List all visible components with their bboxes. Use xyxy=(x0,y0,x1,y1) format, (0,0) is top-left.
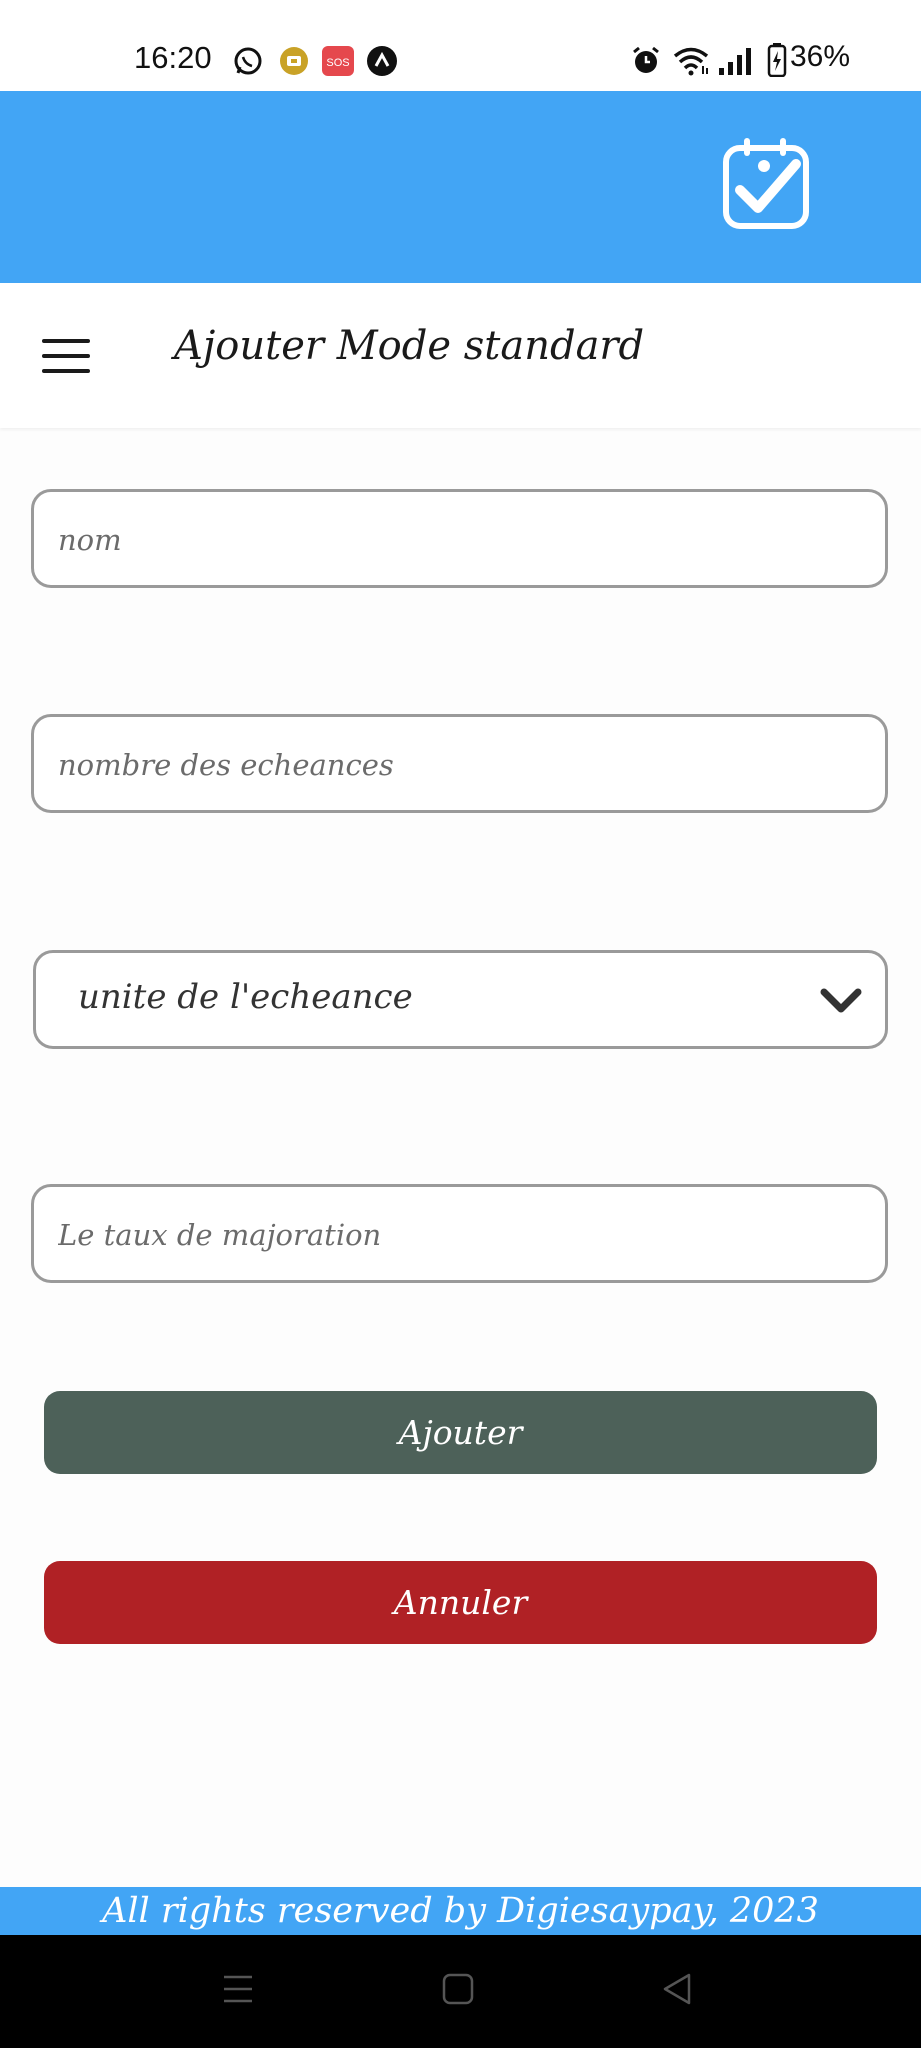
back-icon[interactable] xyxy=(661,1971,693,2007)
whatsapp-icon xyxy=(234,47,262,75)
footer-copyright: All rights reserved by Digiesaypay, 2023 xyxy=(0,1887,921,1935)
title-bar: Ajouter Mode standard xyxy=(0,283,921,428)
status-time: 16:20 xyxy=(134,40,212,75)
nombre-echeances-field[interactable] xyxy=(31,714,888,813)
sos-label: SOS xyxy=(326,57,349,69)
alarm-icon xyxy=(633,46,659,73)
taux-majoration-input[interactable] xyxy=(56,1187,860,1282)
sos-icon: SOS xyxy=(322,46,354,76)
page-title: Ajouter Mode standard xyxy=(174,323,645,369)
unite-echeance-select[interactable]: unite de l'echeance xyxy=(33,950,888,1049)
recent-apps-icon[interactable] xyxy=(222,1971,254,2007)
app-header xyxy=(0,91,921,283)
cancel-button[interactable]: Annuler xyxy=(44,1561,877,1644)
wifi-icon xyxy=(673,47,709,76)
battery-percent: 36% xyxy=(790,40,851,73)
chevron-down-icon[interactable] xyxy=(819,987,863,1015)
taux-majoration-field[interactable] xyxy=(31,1184,888,1283)
battery-icon xyxy=(767,43,787,77)
calendar-check-icon xyxy=(723,138,809,229)
vpn-icon xyxy=(367,46,397,76)
add-button[interactable]: Ajouter xyxy=(44,1391,877,1474)
unite-echeance-selected: unite de l'echeance xyxy=(78,977,413,1017)
nom-input[interactable] xyxy=(56,492,860,587)
home-icon[interactable] xyxy=(442,1971,474,2007)
status-bar: 16:20 SOS 36% xyxy=(0,0,921,91)
signal-icon xyxy=(719,48,751,75)
game-icon xyxy=(280,47,308,75)
nombre-echeances-input[interactable] xyxy=(56,717,860,812)
hamburger-menu-icon[interactable] xyxy=(42,339,90,375)
nom-field[interactable] xyxy=(31,489,888,588)
system-nav-bar xyxy=(0,1935,921,2048)
